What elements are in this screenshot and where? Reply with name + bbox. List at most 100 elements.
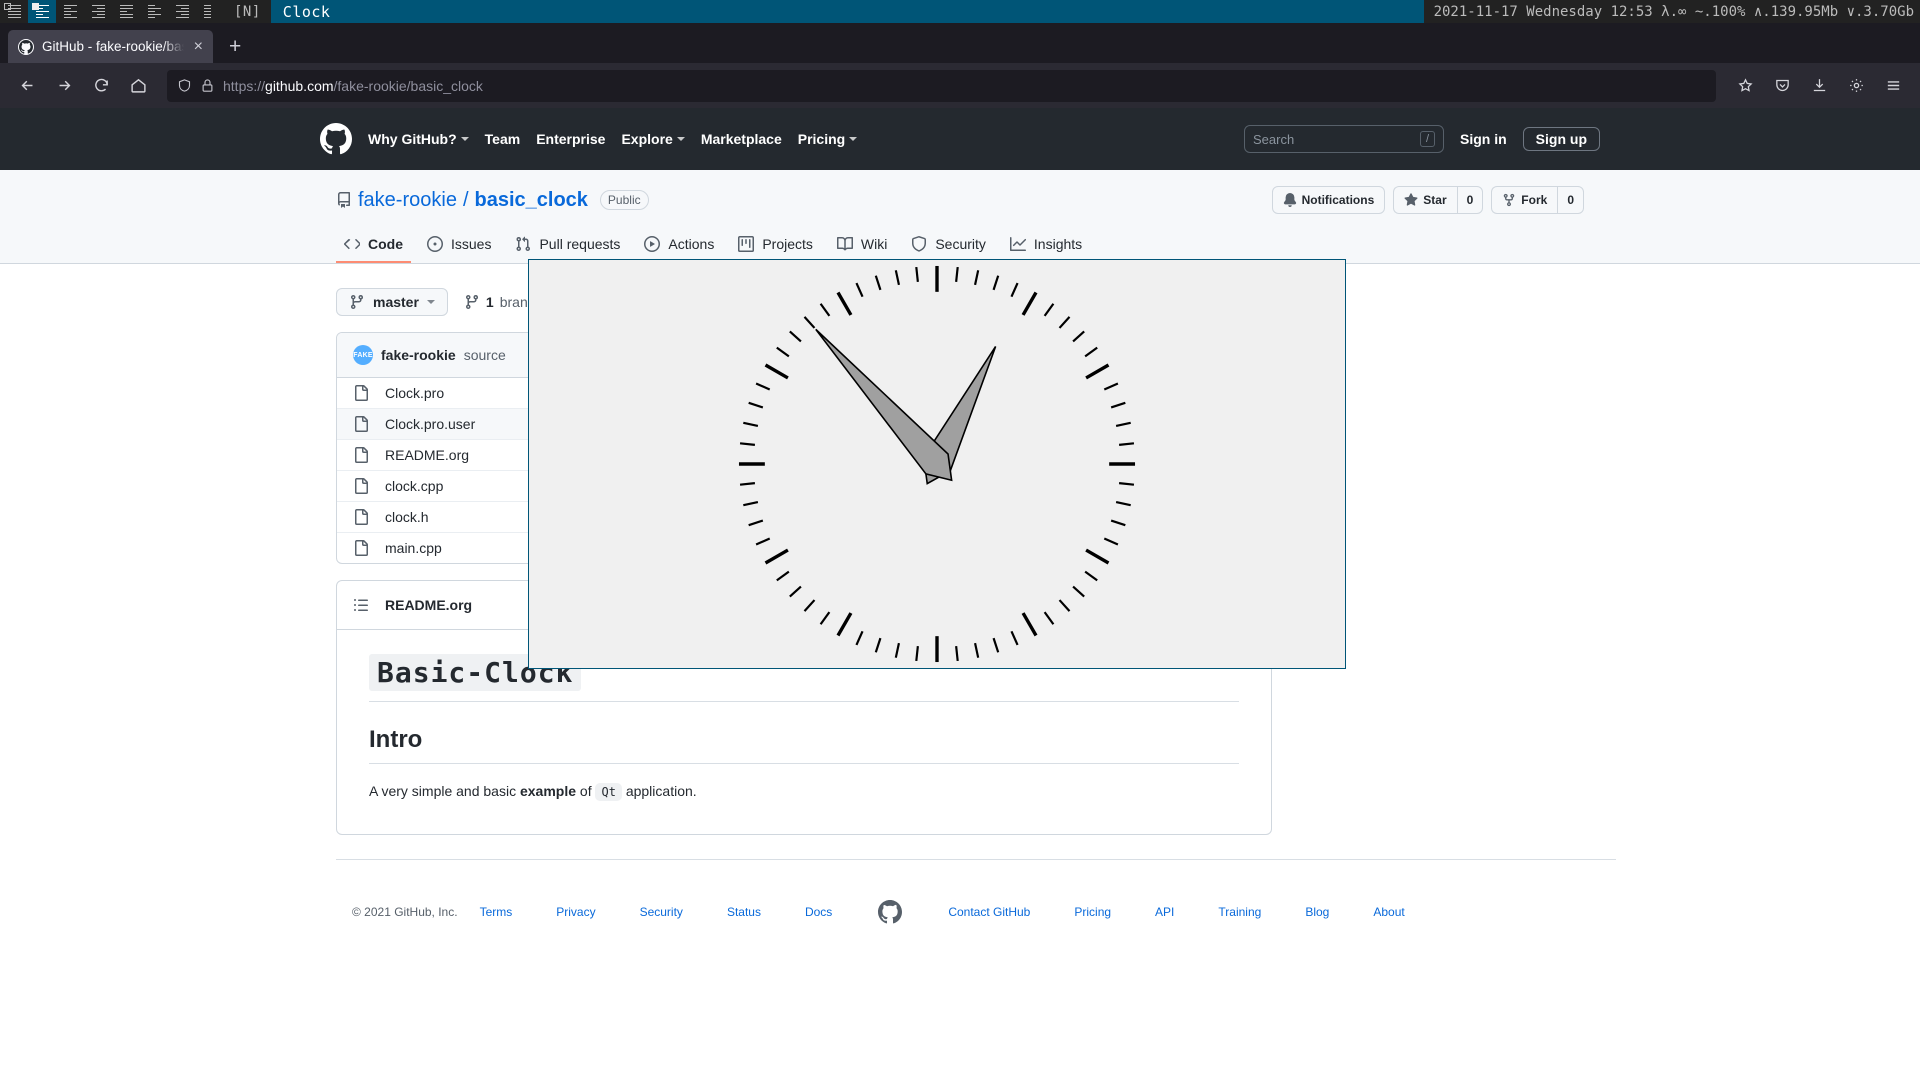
url-path: /fake-rookie/basic_clock — [333, 77, 483, 94]
bookmark-star-icon[interactable] — [1728, 70, 1762, 102]
star-count: 0 — [1456, 186, 1484, 214]
tab-label: Code — [368, 236, 403, 252]
url-host: github.com — [265, 77, 334, 94]
nav-item-enterprise[interactable]: Enterprise — [536, 131, 605, 147]
sign-up-button[interactable]: Sign up — [1522, 127, 1600, 151]
file-name: Clock.pro.user — [385, 416, 476, 432]
search-placeholder: Search — [1253, 131, 1295, 147]
footer-link-training[interactable]: Training — [1196, 905, 1283, 919]
wm-tag-8[interactable] — [196, 0, 224, 23]
fork-button-group: Fork 0 — [1491, 186, 1584, 214]
file-name: main.cpp — [385, 540, 442, 556]
fork-button[interactable]: Fork — [1491, 186, 1558, 214]
tag-lines-icon — [175, 4, 189, 19]
url-bar[interactable]: https://github.com/fake-rookie/basic_clo… — [167, 69, 1716, 102]
wm-tag-2[interactable] — [28, 0, 56, 23]
reload-icon[interactable] — [84, 70, 118, 102]
commit-author[interactable]: fake-rookie — [381, 347, 456, 363]
nav-item-marketplace[interactable]: Marketplace — [701, 131, 782, 147]
search-input[interactable]: Search / — [1244, 125, 1444, 153]
footer-link-contact-github[interactable]: Contact GitHub — [926, 905, 1052, 919]
wm-tag-1[interactable] — [0, 0, 28, 23]
tab-projects[interactable]: Projects — [730, 228, 821, 263]
commit-message[interactable]: source — [464, 347, 506, 363]
tab-pull-requests[interactable]: Pull requests — [507, 228, 628, 263]
issue-opened-icon — [427, 236, 443, 252]
tab-insights[interactable]: Insights — [1002, 228, 1090, 263]
footer-link-about[interactable]: About — [1351, 905, 1426, 919]
footer-link-pricing[interactable]: Pricing — [1052, 905, 1133, 919]
repo-name-link[interactable]: basic_clock — [475, 189, 588, 212]
tag-lines-icon — [147, 4, 161, 19]
footer-link-docs[interactable]: Docs — [783, 905, 854, 919]
file-icon — [355, 416, 368, 432]
footer-link-security[interactable]: Security — [618, 905, 705, 919]
wm-layout-indicator[interactable]: [N] — [224, 0, 271, 23]
branch-count: 1 — [485, 294, 494, 310]
nav-item-pricing[interactable]: Pricing — [797, 131, 858, 147]
chevron-down-icon — [426, 300, 435, 304]
footer-link-privacy[interactable]: Privacy — [534, 905, 617, 919]
shield-icon — [912, 236, 927, 252]
tab-security[interactable]: Security — [903, 228, 994, 263]
tab-label: Wiki — [860, 236, 888, 252]
fork-count: 0 — [1557, 186, 1584, 214]
tag-lines-icon — [203, 4, 217, 19]
tab-code[interactable]: Code — [336, 228, 411, 263]
browser-nav-bar: https://github.com/fake-rookie/basic_clo… — [0, 63, 1920, 108]
avatar[interactable]: FAKE — [353, 345, 373, 365]
extensions-icon[interactable] — [1839, 70, 1873, 102]
lock-icon — [202, 79, 213, 92]
wm-tag-7[interactable] — [168, 0, 196, 23]
github-logo-icon[interactable] — [320, 123, 352, 155]
nav-item-team[interactable]: Team — [485, 131, 521, 147]
wm-tag-3[interactable] — [56, 0, 84, 23]
nav-item-why-github[interactable]: Why GitHub? — [368, 131, 469, 147]
tab-wiki[interactable]: Wiki — [829, 228, 895, 263]
repository-actions: Notifications Star 0 Fork 0 — [1271, 186, 1584, 214]
tab-actions[interactable]: Actions — [636, 228, 722, 263]
wm-tag-occupied-indicator — [32, 3, 39, 10]
clock-window[interactable] — [528, 259, 1346, 669]
footer-link-terms[interactable]: Terms — [458, 905, 535, 919]
footer-link-api[interactable]: API — [1133, 905, 1196, 919]
search-shortcut-badge: / — [1419, 131, 1435, 147]
fork-icon — [1504, 193, 1515, 207]
repo-owner-link[interactable]: fake-rookie — [358, 189, 457, 212]
footer-link-blog[interactable]: Blog — [1283, 905, 1351, 919]
branch-name: master — [373, 294, 419, 310]
sign-in-button[interactable]: Sign in — [1460, 131, 1507, 147]
file-icon — [355, 385, 368, 401]
star-button[interactable]: Star — [1393, 186, 1457, 214]
footer-link-status[interactable]: Status — [705, 905, 783, 919]
menu-icon[interactable] — [1876, 70, 1910, 102]
wm-tag-5[interactable] — [112, 0, 140, 23]
new-tab-button[interactable]: + — [213, 36, 253, 63]
home-icon[interactable] — [121, 70, 155, 102]
pocket-icon[interactable] — [1765, 70, 1799, 102]
branch-selector[interactable]: master — [336, 288, 448, 316]
nav-item-explore[interactable]: Explore — [621, 131, 685, 147]
github-logo-icon[interactable] — [878, 900, 903, 924]
forward-icon[interactable] — [47, 70, 81, 102]
browser-tab[interactable]: GitHub - fake-rookie/basic_clock × — [8, 30, 213, 63]
paragraph-pre: A very simple and basic — [369, 783, 520, 799]
tab-label: Issues — [451, 236, 492, 252]
nav-label: Pricing — [797, 131, 846, 147]
tab-issues[interactable]: Issues — [419, 228, 499, 263]
wm-tag-4[interactable] — [84, 0, 112, 23]
analog-clock-face — [529, 260, 1345, 668]
paragraph-post: application. — [621, 783, 697, 799]
notifications-button[interactable]: Notifications — [1271, 186, 1386, 214]
wm-tag-6[interactable] — [140, 0, 168, 23]
close-icon[interactable]: × — [192, 38, 205, 55]
back-icon[interactable] — [10, 70, 44, 102]
star-button-group: Star 0 — [1393, 186, 1484, 214]
tag-lines-icon — [63, 4, 77, 19]
readme-filename[interactable]: README.org — [385, 597, 472, 613]
nav-label: Why GitHub? — [368, 131, 457, 147]
readme-paragraph: A very simple and basic example of Qt ap… — [369, 780, 1239, 802]
list-unordered-icon[interactable] — [353, 597, 369, 613]
downloads-icon[interactable] — [1802, 70, 1836, 102]
file-icon — [355, 509, 368, 525]
